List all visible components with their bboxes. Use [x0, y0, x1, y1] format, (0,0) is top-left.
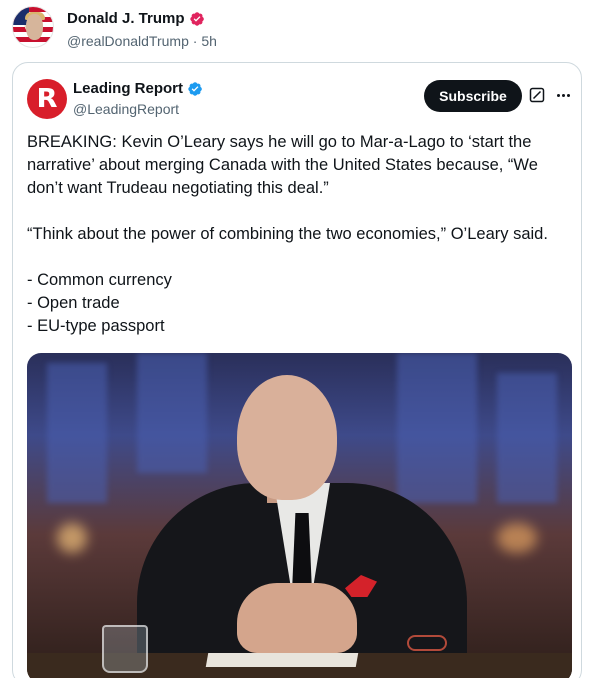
head	[237, 375, 337, 500]
post-text-bullet: - Open trade	[27, 294, 120, 312]
avatar[interactable]: R	[27, 79, 67, 119]
author-handle[interactable]: @LeadingReport	[73, 101, 179, 117]
author-name[interactable]: Donald J. Trump	[67, 10, 185, 27]
water-glass	[102, 625, 148, 673]
author-handle-row: @realDonaldTrump · 5h	[67, 33, 217, 49]
author-name-row: Leading Report	[73, 80, 203, 97]
background-panel	[397, 353, 477, 503]
author-name-row: Donald J. Trump	[67, 10, 205, 27]
background-panel	[497, 373, 557, 503]
quoted-post-card[interactable]: R Leading Report @LeadingReport Subscrib…	[12, 62, 582, 678]
eyeglasses	[407, 635, 447, 651]
verified-badge-icon	[188, 81, 202, 96]
avatar-face	[26, 14, 43, 40]
separator: ·	[192, 33, 198, 49]
verified-badge-icon	[189, 11, 204, 26]
more-icon[interactable]	[553, 85, 573, 105]
post-text-paragraph: BREAKING: Kevin O’Leary says he will go …	[27, 133, 538, 197]
grok-icon[interactable]	[529, 87, 545, 103]
post-photo[interactable]	[27, 353, 572, 678]
post-text-bullet: - EU-type passport	[27, 317, 165, 335]
author-name[interactable]: Leading Report	[73, 80, 183, 97]
author-handle[interactable]: @realDonaldTrump	[67, 33, 189, 49]
avatar-letter: R	[36, 84, 58, 114]
post-text: BREAKING: Kevin O’Leary says he will go …	[27, 131, 567, 338]
outer-post-header: Donald J. Trump @realDonaldTrump · 5h	[12, 6, 582, 54]
bokeh-light	[57, 523, 87, 553]
bokeh-light	[497, 523, 537, 553]
papers	[205, 653, 359, 667]
avatar[interactable]	[12, 6, 54, 48]
subscribe-button[interactable]: Subscribe	[424, 80, 522, 112]
post-text-paragraph: “Think about the power of combining the …	[27, 225, 548, 243]
post-time[interactable]: 5h	[201, 33, 217, 49]
folded-hands	[237, 583, 357, 653]
background-panel	[47, 363, 107, 503]
background-panel	[137, 353, 207, 473]
post-text-bullet: - Common currency	[27, 271, 172, 289]
